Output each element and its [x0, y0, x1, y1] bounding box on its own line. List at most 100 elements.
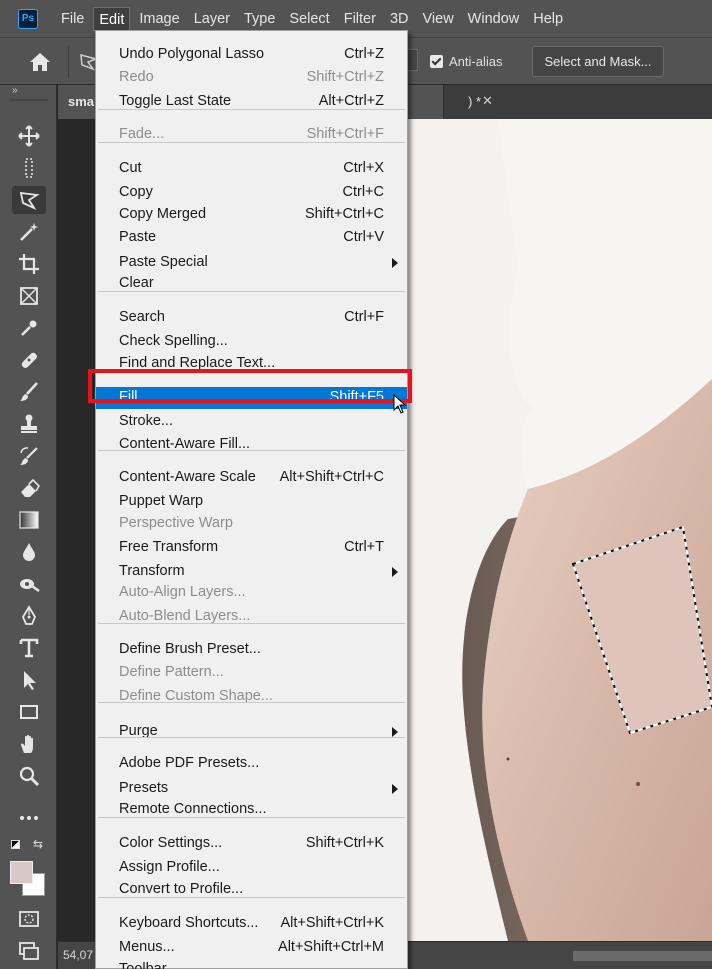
edit-menu-item-redo[interactable]: Redo Shift+Ctrl+Z — [96, 67, 407, 89]
rectangle-tool-icon[interactable] — [12, 698, 46, 726]
menu-separator — [98, 817, 405, 818]
menu-3d[interactable]: 3D — [385, 7, 414, 31]
edit-menu-item-search[interactable]: Search Ctrl+F — [96, 307, 407, 329]
edit-menu-item-menus[interactable]: Menus... Alt+Shift+Ctrl+M — [96, 937, 407, 959]
menu-filter[interactable]: Filter — [339, 7, 381, 31]
brush-tool-icon[interactable] — [12, 378, 46, 406]
history-brush-tool-icon[interactable] — [12, 442, 46, 470]
select-and-mask-button[interactable]: Select and Mask... — [532, 46, 664, 77]
marquee-tool-icon[interactable] — [12, 154, 46, 182]
menu-separator — [98, 371, 405, 372]
edit-menu-item-presets[interactable]: Presets — [96, 778, 407, 800]
menu-item-label: Cut — [119, 160, 142, 176]
menu-item-label: Menus... — [119, 939, 175, 955]
edit-menu-item-define-brush-preset[interactable]: Define Brush Preset... — [96, 639, 407, 661]
crop-tool-icon[interactable] — [12, 250, 46, 278]
edit-menu-item-auto-blend-layers[interactable]: Auto-Blend Layers... — [96, 606, 407, 628]
edit-menu-item-copy-merged[interactable]: Copy Merged Shift+Ctrl+C — [96, 204, 407, 226]
edit-menu-item-stroke[interactable]: Stroke... — [96, 411, 407, 433]
edit-menu-item-keyboard-shortcuts[interactable]: Keyboard Shortcuts... Alt+Shift+Ctrl+K — [96, 913, 407, 935]
menu-item-shortcut: Ctrl+Z — [344, 46, 384, 62]
canvas-image[interactable] — [408, 119, 712, 941]
menu-item-label: Define Pattern... — [119, 664, 224, 680]
menu-window[interactable]: Window — [463, 7, 525, 31]
anti-alias-checkbox[interactable] — [430, 55, 443, 68]
frame-tool-icon[interactable] — [12, 282, 46, 310]
menu-item-label: Toolbar... — [119, 961, 178, 969]
menu-item-label: Fade... — [119, 126, 165, 142]
edit-menu-item-fill[interactable]: Fill... Shift+F5 — [96, 387, 407, 409]
swap-colors-icon[interactable]: ⇆ — [33, 837, 43, 851]
edit-menu-item-perspective-warp[interactable]: Perspective Warp — [96, 513, 407, 535]
edit-menu-item-paste[interactable]: Paste Ctrl+V — [96, 227, 407, 249]
photoshop-logo: Ps — [18, 8, 38, 29]
home-icon[interactable] — [28, 51, 52, 73]
menu-item-label: Redo — [119, 69, 154, 85]
edit-menu-item-auto-align-layers[interactable]: Auto-Align Layers... — [96, 582, 407, 604]
menu-item-label: Fill... — [119, 389, 150, 405]
edit-menu-item-paste-special[interactable]: Paste Special — [96, 252, 407, 274]
edit-menu-item-content-aware-fill[interactable]: Content-Aware Fill... — [96, 434, 407, 456]
menu-image[interactable]: Image — [134, 7, 184, 31]
menu-item-shortcut: Ctrl+V — [343, 229, 384, 245]
menu-separator — [98, 897, 405, 898]
menu-item-label: Color Settings... — [119, 835, 223, 851]
menu-item-shortcut: Shift+F5 — [329, 389, 384, 405]
edit-menu-item-content-aware-scale[interactable]: Content-Aware Scale Alt+Shift+Ctrl+C — [96, 467, 407, 489]
type-tool-icon[interactable] — [12, 634, 46, 662]
menu-view[interactable]: View — [418, 7, 459, 31]
pen-tool-icon[interactable] — [12, 602, 46, 630]
horizontal-scrollbar[interactable] — [573, 951, 712, 961]
edit-menu-item-color-settings[interactable]: Color Settings... Shift+Ctrl+K — [96, 833, 407, 855]
edit-menu-item-toolbar[interactable]: Toolbar... — [96, 959, 407, 969]
healing-brush-tool-icon[interactable] — [12, 346, 46, 374]
edit-menu-item-check-spelling[interactable]: Check Spelling... — [96, 331, 407, 353]
menu-item-label: Find and Replace Text... — [119, 355, 276, 371]
more-tools-icon[interactable] — [12, 804, 46, 832]
close-tab-icon[interactable]: ✕ — [482, 93, 493, 109]
edit-menu-item-puppet-warp[interactable]: Puppet Warp — [96, 491, 407, 513]
submenu-arrow-icon — [392, 258, 398, 268]
menu-item-label: Clear — [119, 275, 154, 291]
gradient-tool-icon[interactable] — [12, 506, 46, 534]
menu-type[interactable]: Type — [239, 7, 280, 31]
screen-mode-icon[interactable] — [12, 937, 46, 965]
quick-mask-icon[interactable] — [12, 905, 46, 933]
zoom-tool-icon[interactable] — [12, 762, 46, 790]
path-selection-tool-icon[interactable] — [12, 666, 46, 694]
default-colors-icon[interactable] — [11, 840, 20, 849]
edit-menu-item-define-pattern[interactable]: Define Pattern... — [96, 662, 407, 684]
menu-item-label: Convert to Profile... — [119, 881, 244, 897]
edit-menu-item-free-transform[interactable]: Free Transform Ctrl+T — [96, 537, 407, 559]
magic-wand-tool-icon[interactable] — [12, 218, 46, 246]
menu-layer[interactable]: Layer — [189, 7, 235, 31]
polygonal-lasso-tool-icon[interactable] — [12, 186, 46, 214]
edit-menu-item-assign-profile[interactable]: Assign Profile... — [96, 857, 407, 879]
menu-item-shortcut: Shift+Ctrl+C — [305, 206, 384, 222]
document-tab-modified: ) * — [468, 94, 481, 109]
menu-help[interactable]: Help — [528, 7, 568, 31]
menu-file[interactable]: File — [56, 7, 89, 31]
clone-stamp-tool-icon[interactable] — [12, 410, 46, 438]
edit-menu-item-undo-polygonal-lasso[interactable]: Undo Polygonal Lasso Ctrl+Z — [96, 44, 407, 66]
edit-menu-item-purge[interactable]: Purge — [96, 721, 407, 743]
edit-menu-item-transform[interactable]: Transform — [96, 561, 407, 583]
menu-item-shortcut: Shift+Ctrl+F — [306, 126, 384, 142]
edit-menu-item-cut[interactable]: Cut Ctrl+X — [96, 158, 407, 180]
menu-edit[interactable]: Edit — [93, 6, 131, 31]
move-tool-icon[interactable] — [12, 122, 46, 150]
hand-tool-icon[interactable] — [12, 730, 46, 758]
edit-menu-item-copy[interactable]: Copy Ctrl+C — [96, 182, 407, 204]
collapse-panel-icon[interactable]: » — [12, 85, 18, 96]
edit-menu-item-define-custom-shape[interactable]: Define Custom Shape... — [96, 686, 407, 708]
blur-tool-icon[interactable] — [12, 538, 46, 566]
menu-item-label: Assign Profile... — [119, 859, 220, 875]
foreground-color-swatch[interactable] — [10, 861, 33, 884]
eyedropper-tool-icon[interactable] — [12, 314, 46, 342]
panel-grip[interactable] — [10, 99, 48, 101]
eraser-tool-icon[interactable] — [12, 474, 46, 502]
edit-menu-item-adobe-pdf-presets[interactable]: Adobe PDF Presets... — [96, 753, 407, 775]
menu-select[interactable]: Select — [284, 7, 334, 31]
dodge-tool-icon[interactable] — [12, 570, 46, 598]
zoom-level[interactable]: 54,07 — [63, 948, 93, 962]
